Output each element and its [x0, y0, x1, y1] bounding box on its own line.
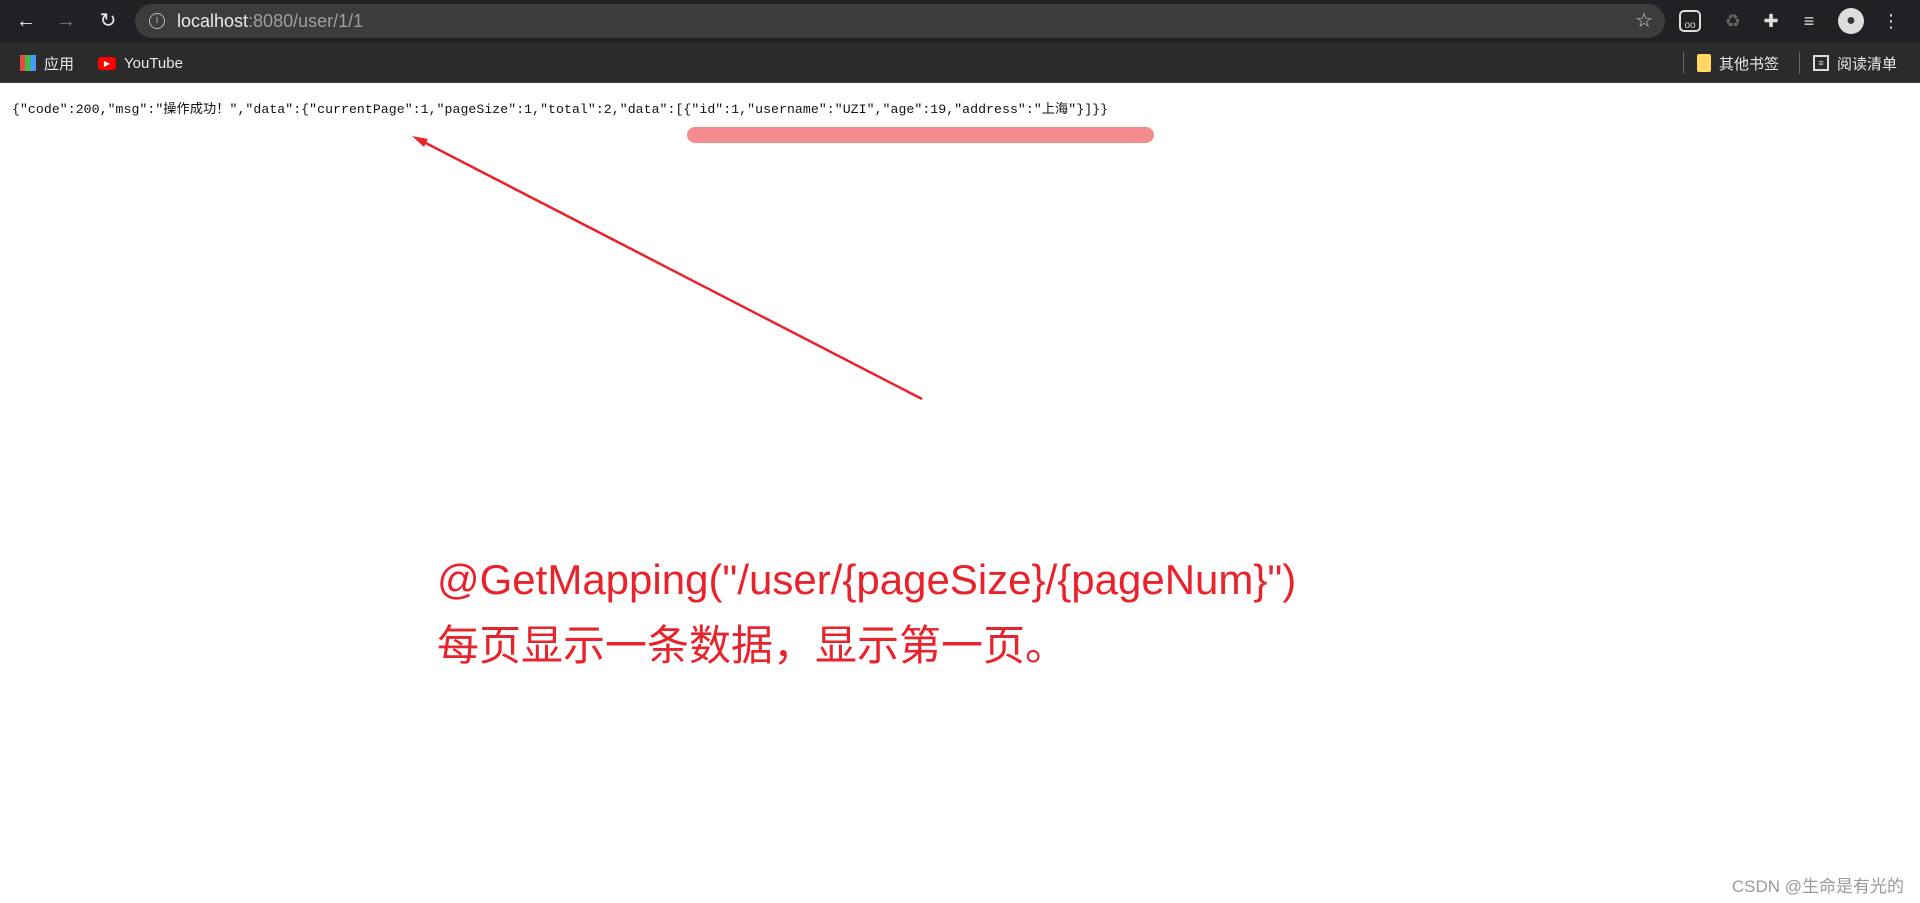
watermark: CSDN @生命是有光的: [1731, 877, 1904, 896]
annotation-line-1: @GetMapping("/user/{pageSize}/{pageNum}"…: [437, 556, 1297, 603]
annotation-arrow: [412, 136, 923, 401]
annotation-line-2: 每页显示一条数据，显示第一页。: [437, 622, 1068, 669]
